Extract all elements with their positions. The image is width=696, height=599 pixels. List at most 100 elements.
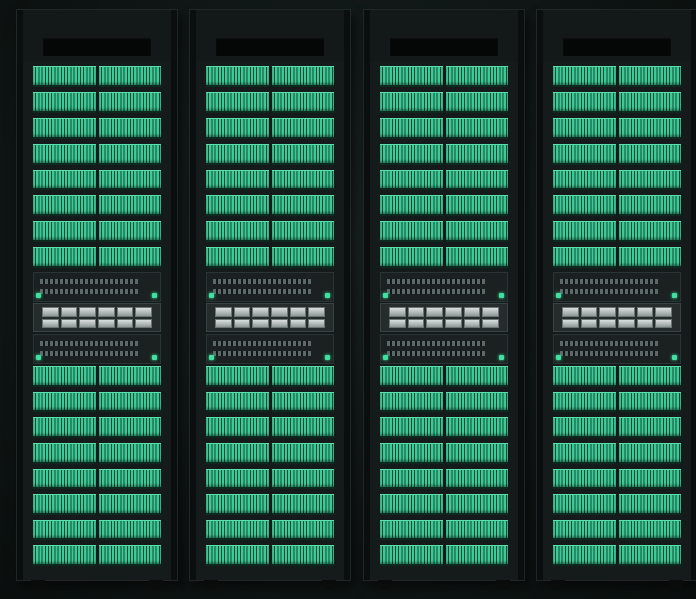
status-led [499, 355, 504, 360]
drive-shelf [98, 442, 161, 464]
status-led [556, 355, 561, 360]
lower-drive-bank [553, 366, 681, 566]
upper-drive-bank [553, 66, 681, 268]
drive-shelf [33, 66, 96, 87]
switch-port-row [560, 341, 658, 346]
drive-shelf [271, 143, 334, 165]
compute-module [389, 307, 406, 317]
lower-drive-bank [206, 366, 334, 566]
drive-shelf [445, 169, 508, 191]
drive-shelf [98, 468, 161, 490]
drive-shelf [445, 494, 508, 515]
drive-shelf [98, 494, 161, 515]
compute-module [444, 307, 462, 317]
top-network-switch [380, 272, 508, 302]
compute-module [270, 318, 288, 328]
status-led [152, 355, 157, 360]
drive-shelf [380, 545, 443, 566]
switch-port-row [40, 341, 138, 346]
top-network-switch [33, 272, 161, 302]
rack-top-panel [196, 10, 344, 62]
status-led [36, 355, 41, 360]
rack-caster-foot [149, 580, 163, 589]
compute-module [636, 307, 654, 317]
drive-shelf [380, 66, 443, 87]
compute-module [233, 318, 251, 328]
compute-module [135, 318, 152, 328]
drive-shelf [206, 417, 269, 438]
drive-shelf [98, 91, 161, 113]
drive-shelf [206, 442, 269, 464]
drive-shelf [98, 519, 161, 541]
bottom-network-switch [206, 334, 334, 364]
compute-module [599, 307, 616, 317]
drive-shelf [445, 195, 508, 217]
upper-drive-bank [33, 66, 161, 268]
drive-shelf [33, 442, 96, 464]
drive-shelf [98, 366, 161, 387]
drive-shelf [33, 143, 96, 165]
drive-shelf [618, 247, 681, 268]
compute-node [380, 303, 508, 332]
drive-shelf [380, 117, 443, 139]
compute-module [252, 318, 269, 328]
drive-shelf [271, 117, 334, 139]
drive-shelf [33, 91, 96, 113]
switch-port-row [40, 279, 138, 284]
bottom-network-switch [33, 334, 161, 364]
rack-top-panel [370, 10, 518, 62]
drive-shelf [553, 519, 616, 541]
drive-shelf [206, 91, 269, 113]
drive-shelf [553, 117, 616, 139]
drive-shelf [33, 519, 96, 541]
drive-shelf [206, 195, 269, 217]
upper-drive-bank [206, 66, 334, 268]
drive-shelf [445, 117, 508, 139]
compute-module [407, 307, 425, 317]
drive-shelf [445, 221, 508, 243]
drive-shelf [553, 221, 616, 243]
drive-shelf [380, 494, 443, 515]
drive-shelf [553, 366, 616, 387]
drive-shelf [445, 417, 508, 438]
compute-module [426, 307, 443, 317]
compute-module [79, 307, 96, 317]
drive-shelf [206, 366, 269, 387]
server-rack [537, 10, 696, 589]
drive-shelf [33, 247, 96, 268]
compute-module [233, 307, 251, 317]
drive-shelf [206, 545, 269, 566]
bottom-network-switch [380, 334, 508, 364]
drive-shelf [445, 66, 508, 87]
drive-shelf [445, 519, 508, 541]
drive-shelf [271, 545, 334, 566]
drive-shelf [380, 169, 443, 191]
status-led [556, 293, 561, 298]
drive-shelf [553, 169, 616, 191]
drive-shelf [98, 391, 161, 413]
drive-shelf [271, 169, 334, 191]
drive-shelf [553, 91, 616, 113]
drive-shelf [618, 417, 681, 438]
switch-port-row [40, 351, 138, 356]
drive-shelf [271, 221, 334, 243]
status-led [672, 355, 677, 360]
status-led [672, 293, 677, 298]
drive-shelf [33, 117, 96, 139]
drive-shelf [271, 247, 334, 268]
rack-caster-foot [204, 580, 218, 589]
compute-module [463, 318, 481, 328]
compute-module [617, 307, 635, 317]
drive-shelf [33, 195, 96, 217]
drive-shelf [618, 91, 681, 113]
drive-shelf [206, 66, 269, 87]
compute-module [655, 307, 672, 317]
compute-module [270, 307, 288, 317]
compute-module [426, 318, 443, 328]
drive-shelf [33, 468, 96, 490]
drive-shelf [445, 468, 508, 490]
drive-shelf [553, 143, 616, 165]
compute-module [42, 318, 59, 328]
drive-shelf [445, 91, 508, 113]
server-rack [17, 10, 177, 589]
